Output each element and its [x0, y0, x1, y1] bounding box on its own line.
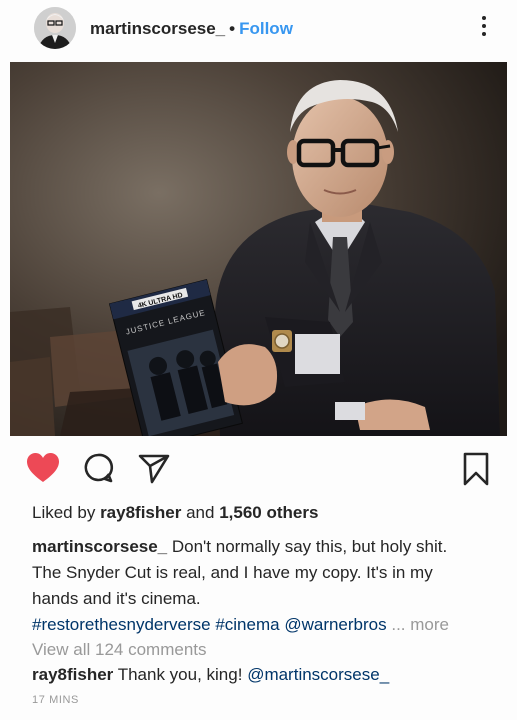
hashtag-cinema[interactable]: #cinema	[215, 615, 279, 634]
hashtag-restorethesnyderverse[interactable]: #restorethesnyderverse	[32, 615, 211, 634]
more-options-icon[interactable]	[478, 16, 490, 42]
action-bar	[0, 446, 517, 490]
post-header: martinscorsese_ • Follow	[0, 0, 517, 60]
mention-warnerbros[interactable]: @warnerbros	[284, 615, 386, 634]
post-image[interactable]: 4K ULTRA HD JUSTICE LEAGUE	[10, 62, 507, 436]
comment-text: Thank you, king!	[117, 665, 243, 684]
caption-line-3: hands and it's cinema.	[32, 589, 201, 608]
comment-mention[interactable]: @martinscorsese_	[247, 665, 389, 684]
caption-more-link[interactable]: ... more	[391, 615, 449, 634]
likes-summary: Liked by ray8fisher and 1,560 others	[32, 502, 318, 524]
likes-others[interactable]: 1,560 others	[219, 503, 318, 522]
username-link[interactable]: martinscorsese_	[90, 19, 225, 38]
caption-username[interactable]: martinscorsese_	[32, 537, 167, 556]
likes-prefix: Liked by	[32, 503, 96, 522]
comment-icon[interactable]	[82, 452, 114, 484]
post-timestamp: 17 MINS	[32, 694, 79, 706]
likes-conj: and	[186, 503, 215, 522]
comment-username[interactable]: ray8fisher	[32, 665, 113, 684]
caption-line-1: Don't normally say this, but holy shit.	[171, 537, 448, 556]
caption-line-2: The Snyder Cut is real, and I have my co…	[32, 563, 433, 582]
separator-dot: •	[229, 19, 236, 38]
avatar[interactable]	[34, 7, 76, 49]
liker-username[interactable]: ray8fisher	[100, 503, 181, 522]
username-row: martinscorsese_ • Follow	[90, 18, 293, 40]
bookmark-icon[interactable]	[462, 452, 490, 486]
avatar-photo	[34, 7, 76, 49]
caption: martinscorsese_ Don't normally say this,…	[32, 534, 492, 638]
share-icon[interactable]	[138, 452, 170, 484]
heart-icon[interactable]	[26, 452, 60, 484]
follow-button[interactable]: Follow	[239, 19, 293, 38]
comment: ray8fisher Thank you, king! @martinscors…	[32, 664, 389, 686]
view-all-comments-link[interactable]: View all 124 comments	[32, 640, 207, 660]
post-photo-illustration: 4K ULTRA HD JUSTICE LEAGUE	[10, 62, 507, 436]
